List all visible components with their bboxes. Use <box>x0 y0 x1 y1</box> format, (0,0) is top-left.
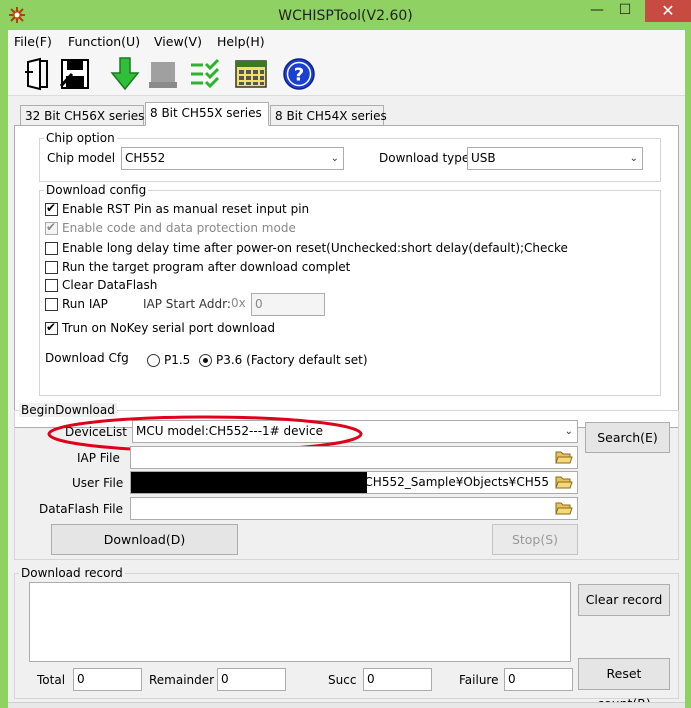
verify-icon[interactable] <box>188 56 222 92</box>
download-type-label: Download type <box>379 151 470 165</box>
succ-value: 0 <box>363 668 432 691</box>
chevron-down-icon: ⌄ <box>564 426 573 437</box>
tab-8bit-ch54x[interactable]: 8 Bit CH54X series <box>270 105 387 126</box>
download-button[interactable]: Download(D) <box>51 524 238 555</box>
status-bar <box>8 702 685 708</box>
stop-button[interactable]: Stop(S) <box>492 524 578 555</box>
chevron-down-icon: ⌄ <box>629 153 638 164</box>
record-log-area[interactable] <box>29 582 571 662</box>
title-bar[interactable]: WCHISPTool(V2.60) — ☐ ✕ <box>0 0 691 30</box>
reset-count-button[interactable]: Reset count(R) <box>578 658 670 708</box>
failure-label: Failure <box>459 673 499 687</box>
cfg-p36-label: P3.6 (Factory default set) <box>216 353 368 367</box>
iap-prefix: 0x <box>231 296 246 310</box>
failure-value: 0 <box>504 668 573 691</box>
dataflash-file-input[interactable] <box>130 497 578 520</box>
toolbar: ? <box>8 52 685 96</box>
total-value: 0 <box>73 668 142 691</box>
maximize-button[interactable]: ☐ <box>611 0 639 22</box>
long-delay-label: Enable long delay time after power-on re… <box>62 241 568 255</box>
main-window: File(F) Function(U) View(V) Help(H) ? 32… <box>8 30 685 708</box>
run-after-download-checkbox[interactable] <box>45 261 58 274</box>
chip-model-select[interactable]: CH552 ⌄ <box>121 147 344 170</box>
calculator-icon[interactable] <box>234 56 268 92</box>
tab-32bit-ch56x[interactable]: 32 Bit CH56X series <box>20 105 144 126</box>
menu-view[interactable]: View(V) <box>154 34 202 49</box>
tab-8bit-ch55x[interactable]: 8 Bit CH55X series <box>145 102 269 126</box>
download-type-value: USB <box>471 151 496 165</box>
chevron-down-icon: ⌄ <box>330 153 339 164</box>
cfg-p36-radio[interactable] <box>199 354 212 367</box>
folder-icon[interactable] <box>555 501 573 515</box>
enable-rst-checkbox[interactable] <box>45 201 58 216</box>
minimize-button[interactable]: — <box>583 0 611 22</box>
remainder-label: Remainder <box>149 673 215 687</box>
download-config-title: Download config <box>44 183 149 197</box>
total-label: Total <box>37 673 66 687</box>
chip-model-label: Chip model <box>47 151 116 165</box>
help-icon[interactable]: ? <box>282 56 316 92</box>
clear-record-button[interactable]: Clear record <box>578 584 670 616</box>
download-icon[interactable] <box>108 56 142 92</box>
clear-dataflash-label: Clear DataFlash <box>62 278 158 292</box>
search-button[interactable]: Search(E) <box>585 422 670 453</box>
download-cfg-label: Download Cfg <box>45 351 129 365</box>
succ-label: Succ <box>328 673 357 687</box>
menu-function[interactable]: Function(U) <box>68 34 140 49</box>
clear-dataflash-checkbox[interactable] <box>45 279 58 292</box>
help-glyph: ? <box>294 65 304 86</box>
code-protection-checkbox <box>45 220 58 235</box>
device-icon[interactable] <box>146 56 180 92</box>
download-record-title: Download record <box>19 566 125 580</box>
iap-file-input[interactable] <box>130 446 578 469</box>
open-icon[interactable] <box>20 56 54 92</box>
run-iap-checkbox[interactable] <box>45 298 58 311</box>
chip-option-title: Chip option <box>44 131 117 145</box>
chip-model-value: CH552 <box>125 151 166 165</box>
enable-rst-label: Enable RST Pin as manual reset input pin <box>62 202 310 216</box>
menu-help[interactable]: Help(H) <box>217 34 265 49</box>
menu-file[interactable]: File(F) <box>14 34 52 49</box>
user-file-label: User File <box>72 476 124 490</box>
folder-icon[interactable] <box>555 475 573 489</box>
save-icon[interactable] <box>58 56 92 92</box>
redaction-bar <box>131 472 367 493</box>
nokey-serial-checkbox[interactable] <box>45 320 58 335</box>
remainder-value: 0 <box>217 668 286 691</box>
iap-file-label: IAP File <box>77 451 120 465</box>
dataflash-file-label: DataFlash File <box>39 502 123 516</box>
menu-bar: File(F) Function(U) View(V) Help(H) <box>8 30 685 52</box>
close-button[interactable]: ✕ <box>645 0 691 22</box>
download-type-select[interactable]: USB ⌄ <box>467 147 643 170</box>
long-delay-checkbox[interactable] <box>45 242 58 255</box>
run-iap-label: Run IAP <box>62 297 108 311</box>
tab-panel: Chip option Chip model CH552 ⌄ Download … <box>14 125 679 428</box>
code-protection-label: Enable code and data protection mode <box>62 221 296 235</box>
nokey-serial-label: Trun on NoKey serial port download <box>62 321 276 335</box>
folder-icon[interactable] <box>555 450 573 464</box>
cfg-p15-label: P1.5 <box>164 353 191 367</box>
iap-start-label: IAP Start Addr: <box>143 297 231 311</box>
iap-start-input[interactable]: 0 <box>251 293 325 316</box>
cfg-p15-radio[interactable] <box>147 354 160 367</box>
run-after-download-label: Run the target program after download co… <box>62 260 351 274</box>
